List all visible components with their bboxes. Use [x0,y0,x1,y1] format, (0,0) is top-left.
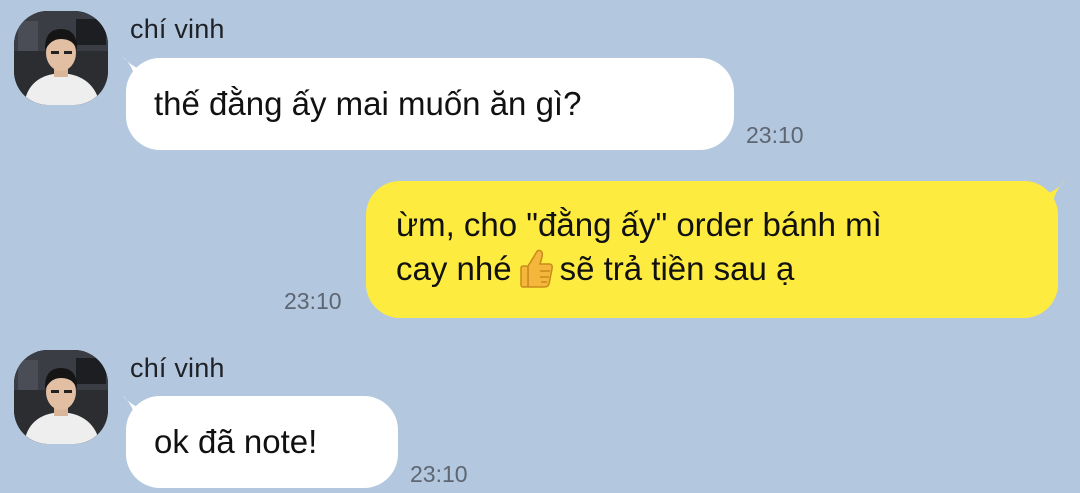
message-text: thế đằng ấy mai muốn ăn gì? [154,85,582,122]
message-text-line: ừm, cho "đằng ấy" order bánh mì [396,206,882,243]
sender-name: chí vinh [130,14,225,44]
sender-name: chí vinh [130,353,225,383]
message-text-line: cay nhé sẽ trả tiền sau ạ [396,247,1058,291]
profile-photo-icon [14,11,108,105]
profile-photo-icon [14,350,108,444]
message-timestamp: 23:10 [284,288,342,314]
message-timestamp: 23:10 [410,461,468,487]
message-text-segment: sẽ trả tiền sau ạ [559,250,795,287]
message-timestamp: 23:10 [746,122,804,148]
thumbs-up-icon [516,247,556,291]
chat-view[interactable]: chí vinh thế đằng ấy mai muốn ăn gì? 23:… [0,0,1080,493]
message-text: ok đã note! [154,423,318,460]
message-bubble[interactable]: ừm, cho "đằng ấy" order bánh mì cay nhé … [366,181,1058,318]
bubble-tail [1040,180,1066,208]
message-bubble[interactable]: thế đằng ấy mai muốn ăn gì? [126,58,734,150]
message-bubble[interactable]: ok đã note! [126,396,398,488]
message-text-segment: cay nhé [396,250,512,287]
avatar[interactable] [14,350,108,444]
avatar[interactable] [14,11,108,105]
